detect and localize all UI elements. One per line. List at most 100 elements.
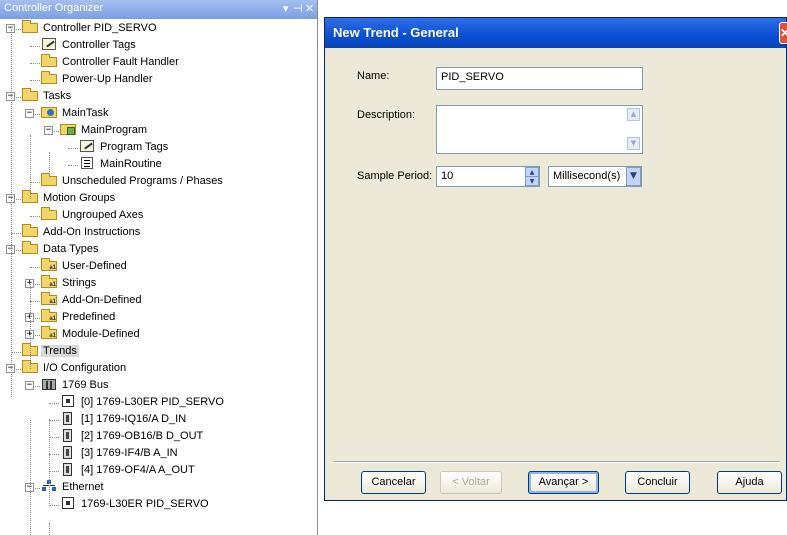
tree-node[interactable]: [2] 1769-OB16/B D_OUT (60, 428, 205, 445)
folder-icon (41, 71, 57, 85)
tree-node-label: Add-On Instructions (43, 226, 141, 238)
tree-node-label: Tasks (43, 90, 72, 102)
collapse-icon[interactable]: − (25, 109, 34, 118)
tree-node[interactable]: [3] 1769-IF4/B A_IN (60, 445, 180, 462)
folder-icon (22, 88, 38, 102)
tree-node[interactable]: User-Defined (41, 258, 129, 275)
cancel-button[interactable]: Cancelar (361, 471, 426, 494)
spin-down-button[interactable]: ▼ (525, 176, 539, 186)
chevron-down-icon[interactable]: ▼ (626, 167, 641, 186)
description-field[interactable] (436, 105, 643, 154)
tree-guide-line (30, 284, 31, 369)
tree-node[interactable]: Data Types (22, 241, 100, 258)
tree-connector (49, 471, 59, 472)
tree-node[interactable]: Controller PID_SERVO (22, 20, 159, 37)
tree-node[interactable]: 1769-L30ER PID_SERVO (60, 496, 211, 513)
tree-node[interactable]: Strings (41, 275, 98, 292)
module-icon (60, 411, 76, 425)
tree-node[interactable]: Tasks (22, 88, 73, 105)
new-trend-dialog: New Trend - General ✕ Name: PID_SERVO De… (324, 17, 787, 501)
tree-node-label: Ethernet (62, 481, 104, 493)
tree-node-label: MainTask (62, 107, 109, 119)
tree-node[interactable]: Motion Groups (22, 190, 117, 207)
tree-node[interactable]: Controller Fault Handler (41, 54, 181, 71)
tree-node-label: MainRoutine (100, 158, 162, 170)
tree-node[interactable]: I/O Configuration (22, 360, 128, 377)
tree-node[interactable]: Module-Defined (41, 326, 142, 343)
help-button[interactable]: Ajuda (717, 471, 782, 494)
tree-node-label: 1769 Bus (62, 379, 109, 391)
module-icon (60, 445, 76, 459)
close-icon[interactable]: ✕ (305, 2, 314, 15)
tree-node[interactable]: [0] 1769-L30ER PID_SERVO (60, 394, 226, 411)
datatype-folder-icon (41, 258, 57, 272)
name-label: Name: (357, 70, 390, 82)
datatype-folder-icon (41, 275, 57, 289)
tree-node[interactable]: MainProgram (60, 122, 149, 139)
scroll-down-icon: ▼ (627, 137, 640, 150)
datatype-folder-icon (41, 309, 57, 323)
tree-node[interactable]: Ungrouped Axes (41, 207, 145, 224)
tag-icon (41, 37, 57, 51)
tree-connector (49, 505, 59, 506)
name-field[interactable]: PID_SERVO (436, 67, 643, 90)
tree-node[interactable]: Add-On-Defined (41, 292, 144, 309)
tree-connector (30, 216, 40, 217)
tree-connector (30, 80, 40, 81)
back-button[interactable]: < Voltar (440, 471, 502, 494)
pin-icon[interactable]: ⊣ (293, 2, 303, 15)
pane-menu-icon[interactable]: ▾ (283, 2, 289, 15)
tree-node-label: MainProgram (81, 124, 148, 136)
pane-title: Controller Organizer (4, 2, 104, 14)
tree-node-label: Unscheduled Programs / Phases (62, 175, 223, 187)
tree-connector (11, 352, 21, 353)
module-icon (60, 428, 76, 442)
tree-node[interactable]: Add-On Instructions (22, 224, 142, 241)
scroll-up-icon: ▲ (627, 108, 640, 121)
tree-node-label: User-Defined (62, 260, 127, 272)
datatype-folder-icon (41, 292, 57, 306)
tree-connector (30, 182, 40, 183)
tree-node[interactable]: Predefined (41, 309, 117, 326)
tree-node-label: Data Types (43, 243, 99, 255)
tree-connector (30, 267, 40, 268)
tree-guide-line (49, 523, 50, 535)
tree-node-label: Module-Defined (62, 328, 140, 340)
tree-node[interactable]: Program Tags (79, 139, 170, 156)
tree-node[interactable]: Unscheduled Programs / Phases (41, 173, 225, 190)
collapse-icon[interactable]: − (44, 126, 53, 135)
tree-node[interactable]: MainRoutine (79, 156, 164, 173)
next-button[interactable]: Avançar > (528, 471, 599, 494)
tree-connector (30, 46, 40, 47)
tree-node-label: [2] 1769-OB16/B D_OUT (81, 430, 204, 442)
tree-connector (49, 420, 59, 421)
tree-node-label: Controller Tags (62, 39, 136, 51)
controller-icon (60, 394, 76, 408)
description-label: Description: (357, 109, 416, 121)
dialog-close-button[interactable]: ✕ (779, 22, 787, 44)
folder-icon (22, 20, 38, 34)
tree-node[interactable]: Ethernet (41, 479, 106, 496)
finish-button[interactable]: Concluir (625, 471, 690, 494)
tree-node-label: Controller Fault Handler (62, 56, 179, 68)
folder-icon (22, 241, 38, 255)
tree-node-label: Controller PID_SERVO (43, 22, 157, 34)
tree-node-label: Predefined (62, 311, 116, 323)
tree-connector (68, 148, 78, 149)
tree-connector (49, 403, 59, 404)
tree-node[interactable]: 1769 Bus (41, 377, 110, 394)
tree-guide-line (30, 420, 31, 535)
tree-node[interactable]: Controller Tags (41, 37, 138, 54)
task-icon (41, 105, 57, 119)
tree-node[interactable]: MainTask (41, 105, 110, 122)
module-icon (60, 462, 76, 476)
collapse-icon[interactable]: − (25, 381, 34, 390)
tree-node[interactable]: [1] 1769-IQ16/A D_IN (60, 411, 188, 428)
tree-guide-line (49, 419, 50, 504)
tree-node-label: Program Tags (100, 141, 169, 153)
folder-icon (41, 173, 57, 187)
button-separator (333, 461, 780, 463)
tree-node[interactable]: Power-Up Handler (41, 71, 154, 88)
tree-node[interactable]: [4] 1769-OF4/A A_OUT (60, 462, 197, 479)
tag-icon (79, 139, 95, 153)
